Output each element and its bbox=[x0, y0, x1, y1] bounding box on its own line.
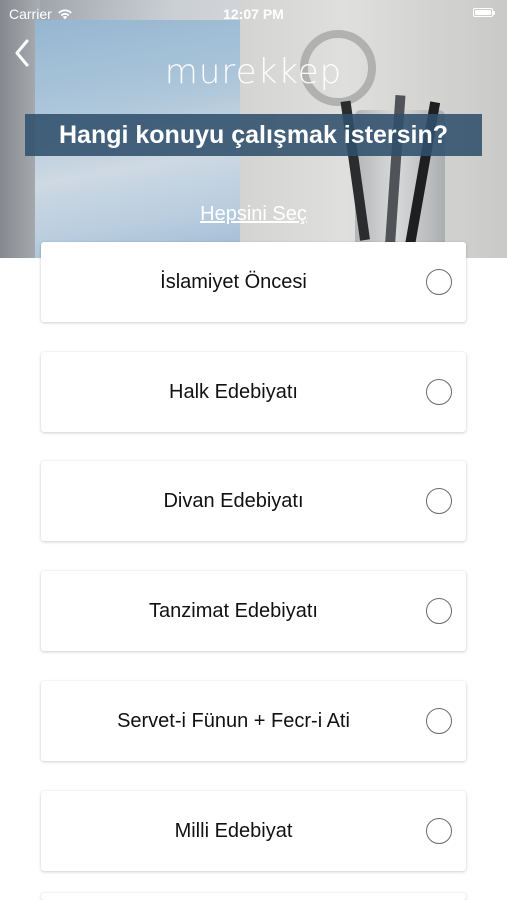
topic-card-halk-edebiyati[interactable]: Halk Edebiyatı bbox=[41, 352, 466, 432]
radio-unchecked-icon[interactable] bbox=[426, 598, 452, 624]
radio-unchecked-icon[interactable] bbox=[426, 488, 452, 514]
topic-label: Servet-i Fünun + Fecr-i Ati bbox=[117, 709, 350, 732]
select-all-link[interactable]: Hepsini Seç bbox=[0, 203, 507, 226]
radio-unchecked-icon[interactable] bbox=[426, 818, 452, 844]
radio-unchecked-icon[interactable] bbox=[426, 269, 452, 295]
topic-card-milli-edebiyat[interactable]: Milli Edebiyat bbox=[41, 791, 466, 871]
topic-card-tanzimat-edebiyati[interactable]: Tanzimat Edebiyatı bbox=[41, 571, 466, 651]
topic-card-partial[interactable] bbox=[41, 893, 466, 900]
status-bar: Carrier 12:07 PM bbox=[0, 0, 507, 28]
battery-icon bbox=[473, 8, 495, 17]
topic-label: İslamiyet Öncesi bbox=[160, 270, 307, 293]
radio-unchecked-icon[interactable] bbox=[426, 379, 452, 405]
topic-card-divan-edebiyati[interactable]: Divan Edebiyatı bbox=[41, 461, 466, 541]
topic-card-islamiyet-oncesi[interactable]: İslamiyet Öncesi bbox=[41, 242, 466, 322]
radio-unchecked-icon[interactable] bbox=[426, 708, 452, 734]
topic-label: Tanzimat Edebiyatı bbox=[149, 599, 318, 622]
title-banner: Hangi konuyu çalışmak istersin? bbox=[25, 114, 482, 156]
app-logo: murekkep bbox=[164, 52, 343, 92]
topic-label: Milli Edebiyat bbox=[174, 819, 293, 842]
topic-label: Halk Edebiyatı bbox=[169, 380, 298, 403]
page-title: Hangi konuyu çalışmak istersin? bbox=[58, 120, 448, 149]
topic-card-servet-i-funun[interactable]: Servet-i Fünun + Fecr-i Ati bbox=[41, 681, 466, 761]
status-time: 12:07 PM bbox=[223, 6, 284, 22]
topic-label: Divan Edebiyatı bbox=[163, 489, 304, 512]
